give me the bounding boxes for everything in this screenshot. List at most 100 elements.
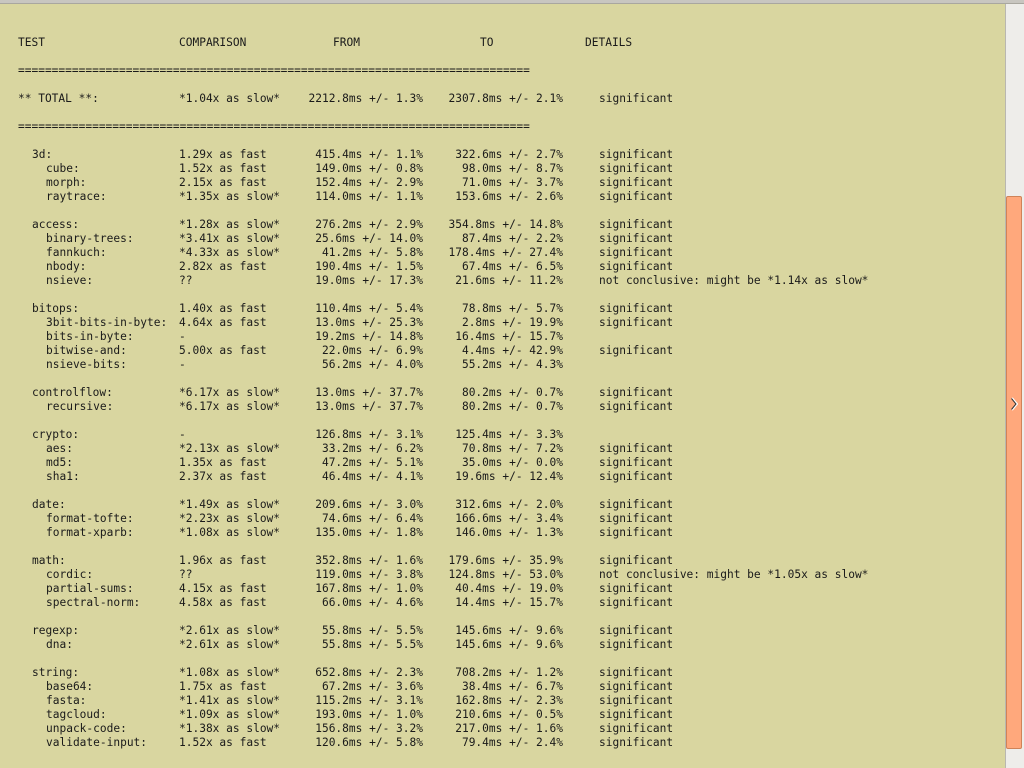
- test-row-name: cube:: [46, 162, 80, 175]
- suite-row-name: math:: [32, 554, 66, 567]
- test-row-comparison: *2.23x as slow*: [179, 512, 281, 525]
- suite-row-name: crypto:: [32, 428, 80, 441]
- separator-line: ========================================…: [18, 64, 530, 77]
- test-row-to: 210.6ms +/- 0.5%: [455, 708, 563, 721]
- test-row-to: 14.4ms +/- 15.7%: [455, 596, 563, 609]
- suite-row-from: 652.8ms +/- 2.3%: [315, 666, 423, 679]
- suite-row-from: 276.2ms +/- 2.9%: [315, 218, 423, 231]
- column-header-from: FROM: [333, 36, 360, 49]
- test-row-name: raytrace:: [46, 190, 107, 203]
- test-row-comparison: 2.82x as fast: [179, 260, 267, 273]
- test-row-details: significant: [599, 400, 674, 413]
- test-row-details: significant: [599, 190, 674, 203]
- test-row-to: 55.2ms +/- 4.3%: [461, 358, 563, 371]
- test-row-comparison: *6.17x as slow*: [179, 400, 281, 413]
- test-row-comparison: *2.61x as slow*: [179, 638, 281, 651]
- test-row-name: dna:: [46, 638, 73, 651]
- test-row-to: 166.6ms +/- 3.4%: [455, 512, 563, 525]
- test-row-from: 190.4ms +/- 1.5%: [315, 260, 423, 273]
- test-row-name: format-tofte:: [46, 512, 134, 525]
- test-row-comparison: *1.35x as slow*: [179, 190, 281, 203]
- test-row-from: 152.4ms +/- 2.9%: [315, 176, 423, 189]
- suite-row-name: regexp:: [32, 624, 80, 637]
- test-row-details: significant: [599, 470, 674, 483]
- test-row-to: 178.4ms +/- 27.4%: [448, 246, 563, 259]
- test-row-comparison: *1.08x as slow*: [179, 526, 281, 539]
- test-row-from: 66.0ms +/- 4.6%: [321, 596, 423, 609]
- test-row-details: significant: [599, 694, 674, 707]
- test-row-details: significant: [599, 582, 674, 595]
- suite-row-to: 354.8ms +/- 14.8%: [448, 218, 563, 231]
- test-row-name: unpack-code:: [46, 722, 127, 735]
- suite-row-to: 125.4ms +/- 3.3%: [455, 428, 563, 441]
- test-row-name: aes:: [46, 442, 73, 455]
- suite-row-name: bitops:: [32, 302, 80, 315]
- scrollbar-thumb[interactable]: [1006, 196, 1022, 749]
- test-row-name: spectral-norm:: [46, 596, 141, 609]
- suite-row-details: significant: [599, 498, 674, 511]
- test-row-details: significant: [599, 638, 674, 651]
- test-row-details: significant: [599, 722, 674, 735]
- suite-row-to: 145.6ms +/- 9.6%: [455, 624, 563, 637]
- suite-row-to: 179.6ms +/- 35.9%: [448, 554, 563, 567]
- test-row-name: bitwise-and:: [46, 344, 127, 357]
- suite-row-details: significant: [599, 148, 674, 161]
- test-row-from: 114.0ms +/- 1.1%: [315, 190, 423, 203]
- test-row-from: 22.0ms +/- 6.9%: [321, 344, 423, 357]
- test-row-name: sha1:: [46, 470, 80, 483]
- suite-row-from: 415.4ms +/- 1.1%: [315, 148, 423, 161]
- test-row-to: 153.6ms +/- 2.6%: [455, 190, 563, 203]
- test-row-comparison: *2.13x as slow*: [179, 442, 281, 455]
- suite-row-comparison: *6.17x as slow*: [179, 386, 281, 399]
- column-header-to: TO: [480, 36, 494, 49]
- total-row-comparison: *1.04x as slow*: [179, 92, 281, 105]
- test-row-details: significant: [599, 442, 674, 455]
- test-row-details: significant: [599, 680, 674, 693]
- suite-row-details: significant: [599, 624, 674, 637]
- test-row-details: significant: [599, 512, 674, 525]
- column-header-details: DETAILS: [585, 36, 633, 49]
- suite-row-from: 110.4ms +/- 5.4%: [315, 302, 423, 315]
- test-row-details: significant: [599, 344, 674, 357]
- suite-row-to: 322.6ms +/- 2.7%: [455, 148, 563, 161]
- test-row-to: 35.0ms +/- 0.0%: [461, 456, 563, 469]
- test-row-name: cordic:: [46, 568, 94, 581]
- suite-row-from: 13.0ms +/- 37.7%: [315, 386, 423, 399]
- test-row-details: significant: [599, 736, 674, 749]
- test-row-to: 146.0ms +/- 1.3%: [455, 526, 563, 539]
- test-row-comparison: 2.37x as fast: [179, 470, 267, 483]
- test-row-comparison: 1.75x as fast: [179, 680, 267, 693]
- column-header-test: TEST: [18, 36, 45, 49]
- test-row-details: not conclusive: might be *1.05x as slow*: [599, 568, 869, 581]
- suite-row-details: significant: [599, 666, 674, 679]
- test-row-from: 56.2ms +/- 4.0%: [321, 358, 423, 371]
- test-row-from: 55.8ms +/- 5.5%: [321, 638, 423, 651]
- test-row-comparison: 2.15x as fast: [179, 176, 267, 189]
- test-row-from: 47.2ms +/- 5.1%: [321, 456, 423, 469]
- test-row-to: 40.4ms +/- 19.0%: [455, 582, 563, 595]
- suite-row-comparison: *2.61x as slow*: [179, 624, 281, 637]
- test-row-to: 71.0ms +/- 3.7%: [461, 176, 563, 189]
- test-row-name: fannkuch:: [46, 246, 107, 259]
- test-row-to: 70.8ms +/- 7.2%: [461, 442, 563, 455]
- test-row-name: binary-trees:: [46, 232, 134, 245]
- suite-row-comparison: 1.29x as fast: [179, 148, 267, 161]
- suite-row-to: 80.2ms +/- 0.7%: [461, 386, 563, 399]
- test-row-to: 16.4ms +/- 15.7%: [455, 330, 563, 343]
- test-row-from: 19.0ms +/- 17.3%: [315, 274, 423, 287]
- test-row-details: significant: [599, 260, 674, 273]
- test-row-from: 156.8ms +/- 3.2%: [315, 722, 423, 735]
- test-row-from: 13.0ms +/- 37.7%: [315, 400, 423, 413]
- suite-row-from: 352.8ms +/- 1.6%: [315, 554, 423, 567]
- suite-row-from: 209.6ms +/- 3.0%: [315, 498, 423, 511]
- test-row-from: 119.0ms +/- 3.8%: [315, 568, 423, 581]
- test-row-to: 19.6ms +/- 12.4%: [455, 470, 563, 483]
- test-row-from: 46.4ms +/- 4.1%: [321, 470, 423, 483]
- suite-row-comparison: 1.96x as fast: [179, 554, 267, 567]
- test-row-from: 13.0ms +/- 25.3%: [315, 316, 423, 329]
- test-row-comparison: 1.35x as fast: [179, 456, 267, 469]
- test-row-name: md5:: [46, 456, 73, 469]
- test-row-name: partial-sums:: [46, 582, 134, 595]
- test-row-details: significant: [599, 708, 674, 721]
- test-row-comparison: *1.09x as slow*: [179, 708, 281, 721]
